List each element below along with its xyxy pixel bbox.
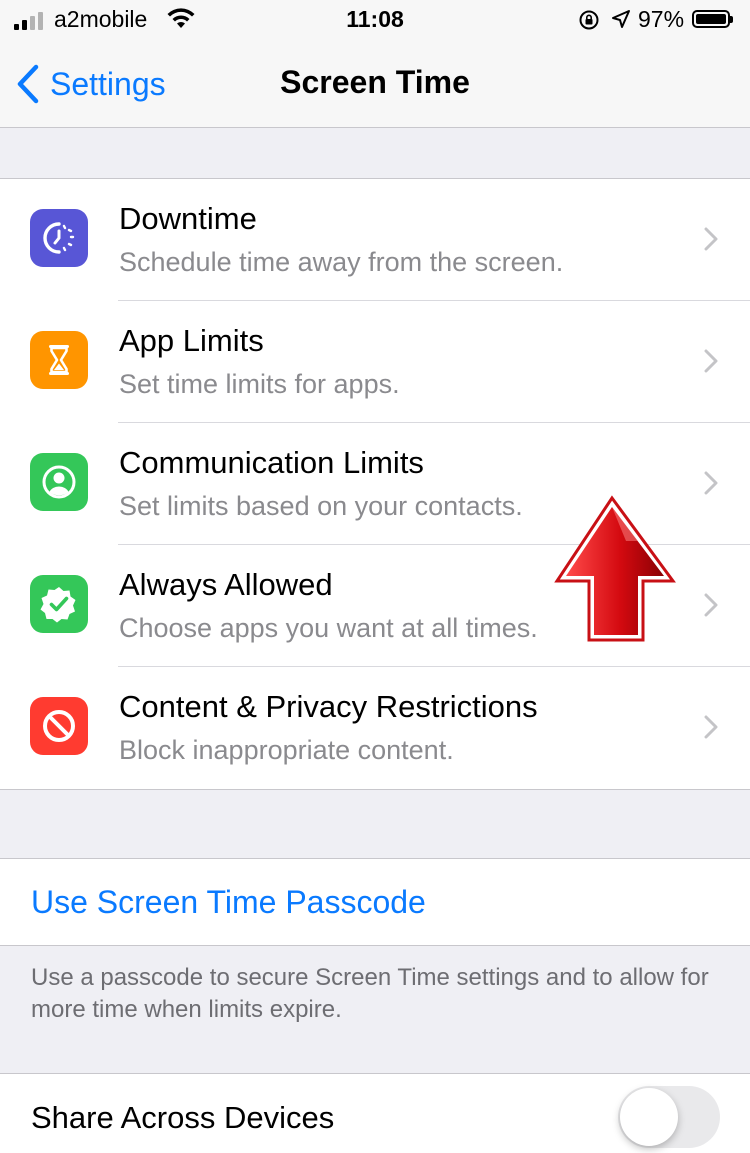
passcode-footnote: Use a passcode to secure Screen Time set…	[31, 964, 709, 1023]
row-subtitle: Set limits based on your contacts.	[119, 491, 523, 521]
row-title: Always Allowed	[119, 567, 333, 602]
rotation-lock-icon	[578, 9, 600, 36]
chevron-right-icon	[704, 715, 718, 739]
screen-time-options: Downtime Schedule time away from the scr…	[0, 178, 750, 790]
battery-icon	[692, 10, 733, 28]
hourglass-icon	[30, 331, 88, 389]
share-group: Share Across Devices	[0, 1073, 750, 1153]
person-circle-icon	[30, 453, 88, 511]
row-title: Content & Privacy Restrictions	[119, 689, 538, 724]
chevron-right-icon	[704, 471, 718, 495]
chevron-right-icon	[704, 349, 718, 373]
passcode-group: Use Screen Time Passcode	[0, 858, 750, 946]
row-subtitle: Choose apps you want at all times.	[119, 613, 538, 643]
row-title: Communication Limits	[119, 445, 424, 480]
row-subtitle: Block inappropriate content.	[119, 735, 454, 765]
chevron-right-icon	[704, 593, 718, 617]
restricted-icon	[30, 697, 88, 755]
location-icon	[611, 9, 631, 34]
downtime-icon	[30, 209, 88, 267]
row-title: App Limits	[119, 323, 264, 358]
list-item-content-privacy[interactable]: Content & Privacy Restrictions Block ina…	[0, 667, 750, 789]
battery-percent: 97%	[638, 6, 685, 32]
status-bar: a2mobile 11:08 97%	[0, 0, 750, 42]
share-across-devices-label: Share Across Devices	[31, 1100, 335, 1135]
navigation-bar: Settings Screen Time	[0, 42, 750, 128]
row-title: Downtime	[119, 201, 257, 236]
page-title: Screen Time	[280, 64, 470, 100]
list-item-downtime[interactable]: Downtime Schedule time away from the scr…	[0, 179, 750, 301]
share-across-devices-toggle[interactable]	[618, 1086, 720, 1148]
use-passcode-label: Use Screen Time Passcode	[31, 884, 426, 920]
chevron-right-icon	[704, 227, 718, 251]
checkmark-seal-icon	[30, 575, 88, 633]
annotation-arrow-icon	[554, 495, 676, 642]
list-item-app-limits[interactable]: App Limits Set time limits for apps.	[0, 301, 750, 423]
row-subtitle: Schedule time away from the screen.	[119, 247, 564, 277]
share-across-devices-row: Share Across Devices	[0, 1074, 750, 1148]
use-passcode-button[interactable]: Use Screen Time Passcode	[0, 859, 750, 945]
row-subtitle: Set time limits for apps.	[119, 369, 400, 399]
